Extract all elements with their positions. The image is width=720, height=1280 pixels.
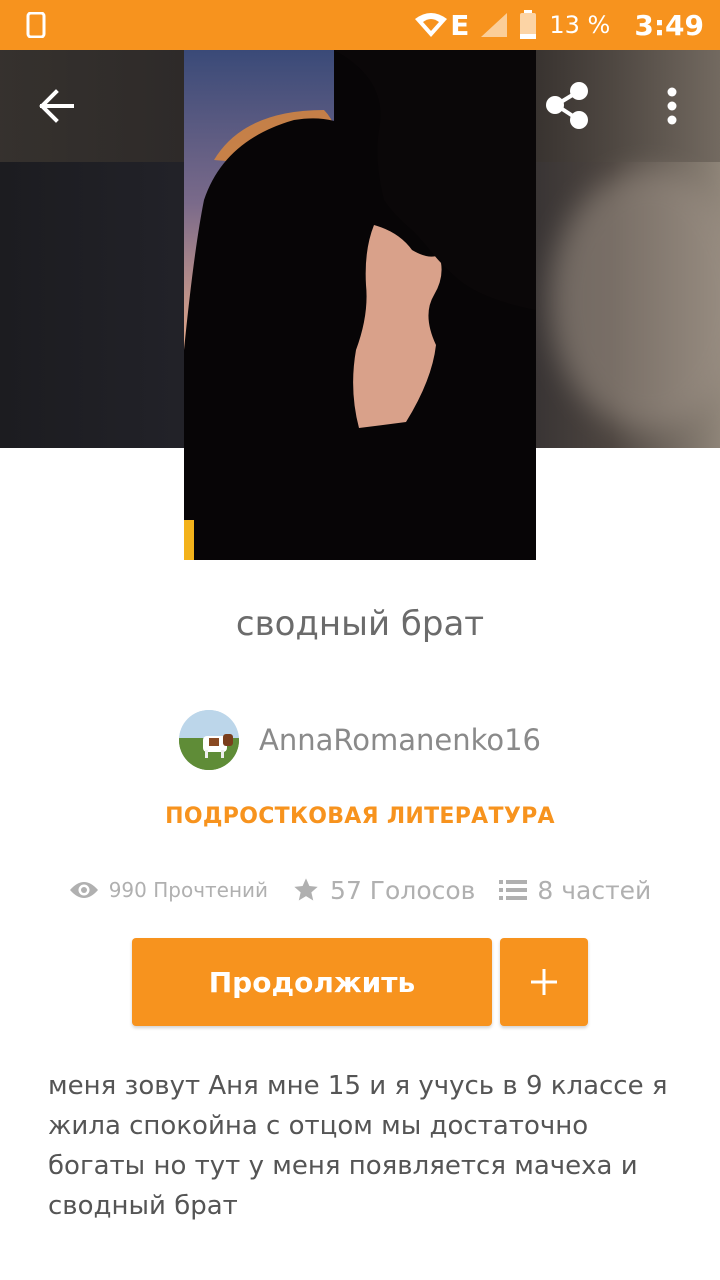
reads-count: 990 Прочтений xyxy=(108,878,269,902)
author-name[interactable]: AnnaRomanenko16 xyxy=(259,723,541,757)
star-icon xyxy=(294,878,318,901)
parts-count: 8 частей xyxy=(537,875,652,905)
share-icon xyxy=(546,82,588,129)
battery-percent: 13 % xyxy=(549,11,611,39)
status-icons: E 13 % 3:49 xyxy=(414,0,704,50)
share-button[interactable] xyxy=(518,56,618,156)
continue-reading-button[interactable]: Продолжить xyxy=(132,938,492,1026)
more-vertical-icon xyxy=(667,87,677,125)
status-bar: E 13 % 3:49 xyxy=(0,0,720,50)
reads-stat: 990 Прочтений xyxy=(69,878,268,902)
story-stats: 990 Прочтений 57 Голосов 8 частей xyxy=(0,868,720,912)
wifi-icon xyxy=(415,13,448,37)
plus-icon xyxy=(531,969,557,995)
add-to-library-button[interactable] xyxy=(500,938,588,1026)
clock: 3:49 xyxy=(634,8,704,42)
votes-stat: 57 Голосов xyxy=(292,876,475,905)
avatar-cow-image xyxy=(179,710,239,770)
parts-stat: 8 частей xyxy=(499,876,651,905)
signal-icon xyxy=(481,13,508,37)
cover-silhouette xyxy=(184,50,536,560)
network-type: E xyxy=(450,8,470,42)
story-title: сводный брат xyxy=(235,604,485,644)
phone-icon xyxy=(26,12,46,38)
votes-count: 57 Голосов xyxy=(330,875,476,905)
list-icon xyxy=(499,880,528,900)
author-avatar[interactable] xyxy=(179,710,239,770)
genre-link[interactable]: ПОДРОСТКОВАЯ ЛИТЕРАТУРА xyxy=(0,804,720,829)
author-row[interactable]: AnnaRomanenko16 xyxy=(0,708,720,772)
story-cover[interactable] xyxy=(184,50,536,560)
story-description: меня зовут Аня мне 15 и я учусь в 9 клас… xyxy=(48,1071,668,1221)
battery-icon xyxy=(520,10,537,39)
more-options-button[interactable] xyxy=(622,56,720,156)
eye-icon xyxy=(69,882,98,898)
arrow-left-icon xyxy=(39,89,74,123)
backdrop-blur-shape xyxy=(550,170,720,430)
back-button[interactable] xyxy=(6,56,106,156)
